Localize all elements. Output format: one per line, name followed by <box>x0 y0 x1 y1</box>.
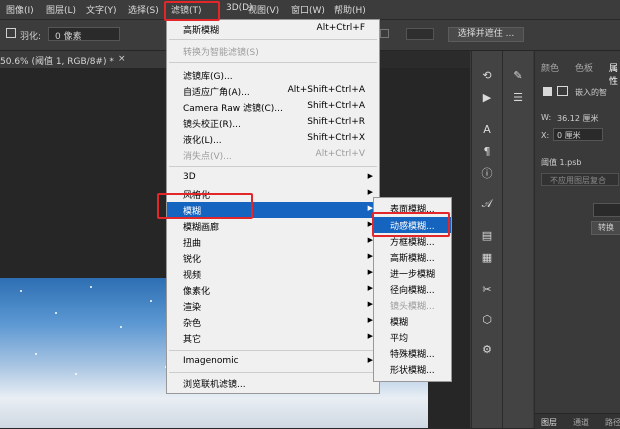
menu-item-last-filter[interactable]: 高斯模糊 Alt+Ctrl+F <box>167 21 379 37</box>
menu-item-convert-smart-filter[interactable]: 转换为智能滤镜(S) <box>167 43 379 59</box>
adjust-icon[interactable]: ☰ <box>509 91 527 105</box>
width-value: 36.12 厘米 <box>557 114 599 123</box>
menu-item-other[interactable]: 其它 ▶ <box>167 330 379 346</box>
submenu-item-blur-more[interactable]: 进一步模糊 <box>374 265 451 281</box>
tab-paths[interactable]: 路径 <box>605 417 620 428</box>
x-field[interactable]: 0 厘米 <box>553 128 603 141</box>
tool-strip-1: ⟲ ▶ A ¶ ⓘ 𝒜 ▤ ▦ ✂ ⬡ ⚙ <box>471 51 502 428</box>
menu-item-camera-raw[interactable]: Camera Raw 滤镜(C)... Shift+Ctrl+A <box>167 99 379 115</box>
history-icon[interactable]: ⟲ <box>478 69 496 83</box>
width-label: W: <box>541 113 552 122</box>
chevron-right-icon: ▶ <box>367 172 373 180</box>
menu-item-distort[interactable]: 扭曲 ▶ <box>167 234 379 250</box>
submenu-item-lens-blur[interactable]: 镜头模糊... <box>374 297 451 313</box>
layer-comp-dropdown[interactable]: 不应用图层复合 <box>541 173 619 186</box>
menu-item-blur-gallery[interactable]: 模糊画廊 ▶ <box>167 218 379 234</box>
convert-button[interactable]: 转换 <box>591 221 620 235</box>
layer-comp-placeholder: 不应用图层复合 <box>550 176 606 185</box>
submenu-item-gaussian-blur[interactable]: 高斯模糊... <box>374 249 451 265</box>
settings-icon[interactable]: ⚙ <box>478 343 496 357</box>
layer-name: 阈值 1.psb <box>541 158 582 167</box>
close-icon[interactable]: × <box>118 54 126 64</box>
menu-item-filter-gallery[interactable]: 滤镜库(G)... <box>167 67 379 83</box>
tool-strip-2: ✎ ☰ <box>502 51 533 428</box>
menu-item-lens-correction[interactable]: 镜头校正(R)... Shift+Ctrl+R <box>167 115 379 131</box>
annotation-box-filter-menu <box>164 1 220 21</box>
character-icon[interactable]: A <box>478 123 496 137</box>
menu-type[interactable]: 文字(Y) <box>86 3 117 16</box>
document-tab-title: 50.6% (阈值 1, RGB/8#) * <box>0 57 114 67</box>
submenu-item-shape-blur[interactable]: 形状模糊... <box>374 361 451 377</box>
play-icon[interactable]: ▶ <box>478 91 496 105</box>
document-tab[interactable]: 50.6% (阈值 1, RGB/8#) * × <box>0 51 166 68</box>
menu-item-vanishing-point[interactable]: 消失点(V)... Alt+Ctrl+V <box>167 147 379 163</box>
libraries-icon[interactable]: ▤ <box>478 229 496 243</box>
info-icon[interactable]: ⓘ <box>478 167 496 181</box>
selection-tool-icon[interactable] <box>6 28 16 38</box>
brush-icon[interactable]: ✎ <box>509 69 527 83</box>
submenu-item-radial-blur[interactable]: 径向模糊... <box>374 281 451 297</box>
menu-item-render[interactable]: 渲染 ▶ <box>167 298 379 314</box>
menu-item-noise[interactable]: 杂色 ▶ <box>167 314 379 330</box>
x-value: 0 厘米 <box>557 131 581 140</box>
glyphs-icon[interactable]: 𝒜 <box>478 197 496 211</box>
3d-icon[interactable]: ⬡ <box>478 313 496 327</box>
menu-item-pixelate[interactable]: 像素化 ▶ <box>167 282 379 298</box>
paragraph-icon[interactable]: ¶ <box>478 145 496 159</box>
tab-swatches[interactable]: 色板 <box>575 61 593 74</box>
menu-item-adaptive-wide-angle[interactable]: 自适应广角(A)... Alt+Shift+Ctrl+A <box>167 83 379 99</box>
edit-contents-field[interactable] <box>593 203 620 217</box>
tab-layers[interactable]: 图层 <box>541 417 557 428</box>
properties-panel: 颜色 色板 属性 嵌入的智 W: 36.12 厘米 X: 0 厘米 阈值 1.p… <box>534 51 620 429</box>
submenu-item-smart-blur[interactable]: 特殊模糊... <box>374 345 451 361</box>
tab-color[interactable]: 颜色 <box>541 61 559 74</box>
tools-icon[interactable]: ✂ <box>478 283 496 297</box>
menu-item-browse-online[interactable]: 浏览联机滤镜... <box>167 375 379 391</box>
select-and-mask-button[interactable]: 选择并遮住 ... <box>448 27 524 42</box>
mask-icon <box>557 86 568 96</box>
tab-properties[interactable]: 属性 <box>609 61 620 87</box>
chevron-right-icon: ▶ <box>367 188 373 196</box>
tab-channels[interactable]: 通道 <box>573 417 589 428</box>
smart-object-icon <box>543 87 552 96</box>
menu-bar: 图像(I) 图层(L) 文字(Y) 选择(S) 滤镜(T) 3D(D) 视图(V… <box>0 0 620 20</box>
feather-input[interactable]: 0 像素 <box>48 27 120 42</box>
menu-item-3d[interactable]: 3D ▶ <box>167 170 379 186</box>
submenu-item-average[interactable]: 平均 <box>374 329 451 345</box>
menu-layer[interactable]: 图层(L) <box>46 3 76 16</box>
menu-window[interactable]: 窗口(W) <box>291 3 325 16</box>
menu-item-sharpen[interactable]: 锐化 ▶ <box>167 250 379 266</box>
x-label: X: <box>541 131 550 140</box>
menu-item-imagenomic[interactable]: Imagenomic ▶ <box>167 354 379 370</box>
notes-icon[interactable]: ▦ <box>478 251 496 265</box>
menu-item-video[interactable]: 视频 ▶ <box>167 266 379 282</box>
antialias-checkbox[interactable] <box>380 29 389 38</box>
menu-item-liquify[interactable]: 液化(L)... Shift+Ctrl+X <box>167 131 379 147</box>
embedded-label: 嵌入的智 <box>575 88 607 97</box>
annotation-box-motion-blur <box>372 212 450 237</box>
submenu-item-blur[interactable]: 模糊 <box>374 313 451 329</box>
layers-tab-bar: 图层 通道 路径 <box>535 413 620 429</box>
annotation-box-blur-item <box>157 193 253 219</box>
style-dropdown[interactable] <box>406 28 434 40</box>
menu-select[interactable]: 选择(S) <box>128 3 159 16</box>
menu-help[interactable]: 帮助(H) <box>334 3 366 16</box>
menu-image[interactable]: 图像(I) <box>6 3 34 16</box>
menu-view[interactable]: 视图(V) <box>248 3 279 16</box>
feather-value: 0 像素 <box>55 32 82 42</box>
feather-label: 羽化: <box>20 32 42 42</box>
